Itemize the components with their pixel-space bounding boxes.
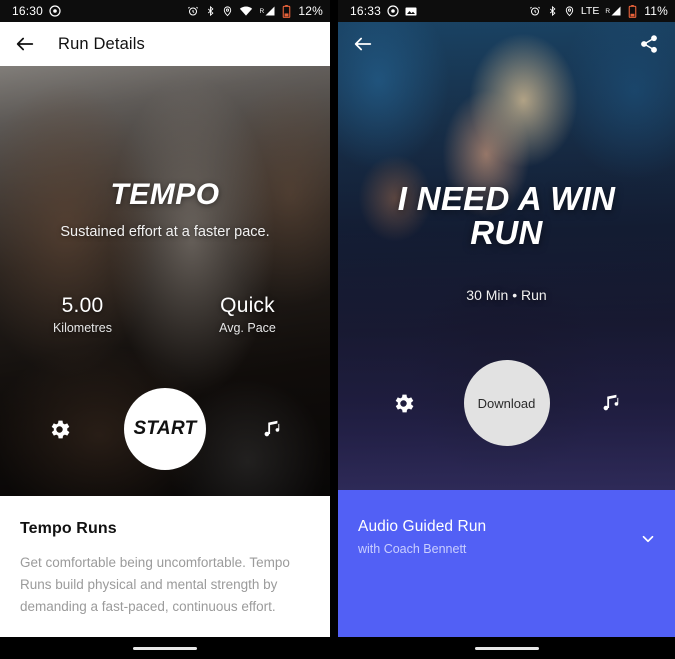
signal-icon: R xyxy=(605,5,622,17)
left-status-bar: 16:30 R 12% xyxy=(0,0,330,22)
gesture-handle[interactable] xyxy=(474,646,539,650)
right-hero-section: I NEED A WIN RUN 30 Min • Run Download xyxy=(338,22,675,512)
left-hero-section: TEMPO Sustained effort at a faster pace.… xyxy=(0,66,330,496)
left-hero-content: TEMPO Sustained effort at a faster pace.… xyxy=(0,66,330,496)
battery-icon xyxy=(282,4,291,18)
guided-run-title-line1: I NEED A WIN xyxy=(397,180,616,217)
left-gesture-bar[interactable] xyxy=(0,637,330,659)
guided-run-meta: 30 Min • Run xyxy=(466,287,547,303)
audio-guided-run-card[interactable]: Audio Guided Run with Coach Bennett xyxy=(338,490,675,637)
audio-card-subtitle: with Coach Bennett xyxy=(358,542,467,556)
left-app-bar: Run Details xyxy=(0,22,330,66)
record-icon xyxy=(49,5,61,17)
record-icon xyxy=(387,5,399,17)
alarm-icon xyxy=(187,5,199,17)
left-phone-screen: 16:30 R 12% Run Details TEMPO Sustained … xyxy=(0,0,330,659)
gear-icon[interactable] xyxy=(46,416,72,442)
workout-stats-row: 5.00 Kilometres Quick Avg. Pace xyxy=(0,294,330,335)
status-bar-time: 16:30 xyxy=(12,4,44,18)
description-heading: Tempo Runs xyxy=(20,520,117,537)
screen-divider xyxy=(330,0,338,659)
bluetooth-icon xyxy=(205,5,216,17)
status-bar-left-group: 16:30 xyxy=(12,4,61,18)
guided-run-title: I NEED A WIN RUN xyxy=(338,180,675,252)
stat-distance: 5.00 Kilometres xyxy=(0,294,165,335)
stat-distance-value: 5.00 xyxy=(61,294,104,317)
right-action-row: Download xyxy=(338,360,675,446)
right-gesture-bar[interactable] xyxy=(338,637,675,659)
dual-screenshot-container: 16:30 R 12% Run Details TEMPO Sustained … xyxy=(0,0,675,659)
bluetooth-icon xyxy=(547,5,558,17)
status-bar-right-group: LTE R 11% xyxy=(529,4,668,18)
stat-distance-label: Kilometres xyxy=(52,321,113,335)
share-icon[interactable] xyxy=(639,34,659,59)
stat-pace-label: Avg. Pace xyxy=(219,321,276,335)
stat-pace: Quick Avg. Pace xyxy=(165,294,330,335)
signal-icon: R xyxy=(259,5,276,17)
description-body: Get comfortable being uncomfortable. Tem… xyxy=(20,555,290,614)
workout-title: TEMPO xyxy=(110,178,220,211)
audio-card-title: Audio Guided Run xyxy=(358,518,487,535)
back-arrow-icon[interactable] xyxy=(14,33,36,55)
wifi-icon xyxy=(239,5,253,17)
battery-icon xyxy=(628,4,637,18)
battery-percent-label: 11% xyxy=(644,4,668,18)
network-type-label: LTE xyxy=(580,5,600,17)
chevron-down-icon[interactable] xyxy=(639,530,657,553)
audio-card-text: Audio Guided Run with Coach Bennett xyxy=(358,518,486,556)
right-phone-screen: 16:33 LTE R 11% I NEED A WIN RUN 30 Min … xyxy=(338,0,675,659)
workout-subtitle: Sustained effort at a faster pace. xyxy=(60,224,270,240)
status-bar-right-group: R 12% xyxy=(187,4,323,18)
download-button[interactable]: Download xyxy=(463,360,550,446)
right-hero-content: I NEED A WIN RUN 30 Min • Run Download xyxy=(338,22,675,512)
stat-pace-value: Quick xyxy=(220,294,275,317)
battery-percent-label: 12% xyxy=(298,4,323,18)
alarm-icon xyxy=(529,5,541,17)
right-top-bar xyxy=(338,22,675,70)
location-icon xyxy=(564,5,575,17)
guided-run-title-line2: RUN xyxy=(470,214,543,252)
image-icon xyxy=(405,6,417,17)
back-arrow-icon[interactable] xyxy=(352,33,374,60)
page-title: Run Details xyxy=(58,34,145,53)
status-bar-time: 16:33 xyxy=(350,4,382,18)
start-button[interactable]: START xyxy=(124,388,206,470)
gesture-handle[interactable] xyxy=(133,646,197,650)
description-section: Tempo Runs Get comfortable being uncomfo… xyxy=(0,496,330,637)
status-bar-left-group: 16:33 xyxy=(350,4,417,18)
music-note-icon[interactable] xyxy=(597,390,623,416)
gear-icon[interactable] xyxy=(390,390,416,416)
music-note-icon[interactable] xyxy=(258,416,284,442)
left-action-row: START xyxy=(0,388,330,470)
location-icon xyxy=(222,5,233,17)
right-status-bar: 16:33 LTE R 11% xyxy=(338,0,675,22)
